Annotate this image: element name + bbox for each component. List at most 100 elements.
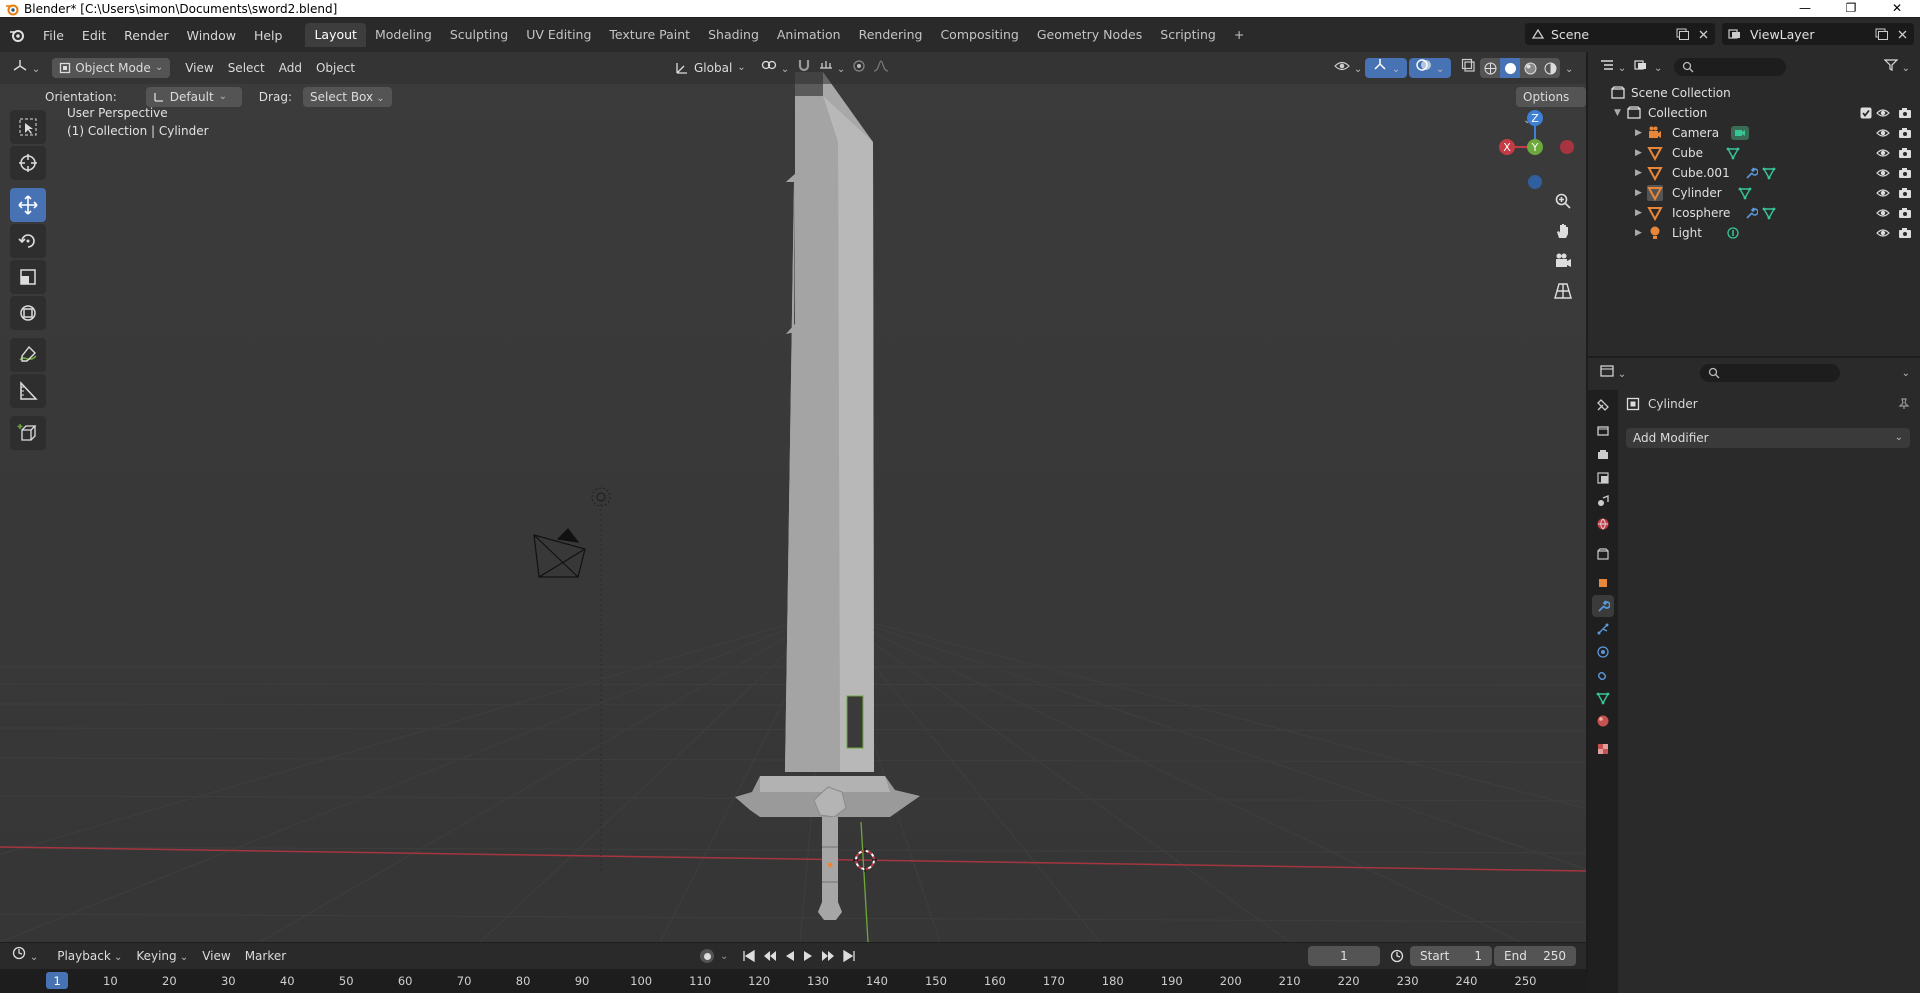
render-camera-icon[interactable]	[1898, 146, 1912, 160]
outliner-row-collection[interactable]: ▼ Collection	[1588, 103, 1920, 123]
eye-icon[interactable]	[1876, 206, 1890, 220]
collapse-caret-icon[interactable]: ▼	[1614, 108, 1621, 118]
tab-scene[interactable]	[1592, 490, 1614, 512]
tab-shading[interactable]: Shading	[699, 23, 768, 47]
restore-button[interactable]: ❐	[1828, 0, 1874, 17]
3d-viewport[interactable]: Object Mode View Select Add Object Globa…	[0, 52, 1586, 942]
gizmo-toggle[interactable]	[1365, 58, 1408, 78]
outliner-row-camera[interactable]: ▶ Camera	[1588, 123, 1920, 143]
camera-view-button[interactable]	[1550, 248, 1576, 274]
timeline-menu-view[interactable]: View	[195, 946, 237, 966]
exclude-checkbox-icon[interactable]	[1860, 107, 1872, 119]
expand-caret-icon[interactable]: ▶	[1635, 228, 1642, 238]
minimize-button[interactable]: —	[1782, 0, 1828, 17]
zoom-button[interactable]	[1550, 188, 1576, 214]
transform-orientation-selector[interactable]: Global	[668, 58, 753, 78]
outliner-editor-type[interactable]	[1596, 57, 1630, 77]
scene-selector[interactable]: Scene	[1525, 23, 1715, 45]
viewport-menu-view[interactable]: View	[178, 58, 220, 78]
cursor-tool[interactable]	[10, 146, 46, 180]
prev-keyframe-icon[interactable]	[762, 950, 778, 962]
annotate-tool[interactable]	[10, 338, 46, 372]
play-reverse-icon[interactable]	[784, 950, 796, 962]
shading-options-dropdown[interactable]	[1563, 58, 1575, 78]
tab-texture[interactable]	[1592, 738, 1614, 760]
xray-toggle[interactable]	[1454, 58, 1482, 78]
add-workspace-button[interactable]: +	[1225, 23, 1253, 47]
tab-constraints[interactable]	[1592, 664, 1614, 686]
delete-scene-icon[interactable]	[1698, 29, 1709, 40]
orientation-dropdown[interactable]: Default	[145, 87, 242, 107]
tab-output[interactable]	[1592, 444, 1614, 466]
tab-compositing[interactable]: Compositing	[931, 23, 1027, 47]
outliner-row-cylinder[interactable]: ▶ Cylinder	[1588, 183, 1920, 203]
viewport-menu-add[interactable]: Add	[272, 58, 309, 78]
add-cube-tool[interactable]	[10, 416, 46, 450]
eye-icon[interactable]	[1876, 106, 1890, 120]
modifier-wrench-icon[interactable]	[1744, 166, 1758, 180]
tab-texture-paint[interactable]: Texture Paint	[600, 23, 699, 47]
display-mode-selector[interactable]	[1630, 57, 1666, 77]
tab-modifiers[interactable]	[1592, 595, 1614, 617]
tab-tool[interactable]	[1592, 394, 1614, 416]
tab-particles[interactable]	[1592, 618, 1614, 640]
render-camera-icon[interactable]	[1898, 106, 1912, 120]
tab-physics[interactable]	[1592, 641, 1614, 663]
outliner-search-input[interactable]	[1674, 58, 1787, 76]
tab-collection[interactable]	[1592, 543, 1614, 565]
eye-icon[interactable]	[1876, 146, 1890, 160]
proportional-falloff-selector[interactable]	[866, 58, 896, 78]
menu-help[interactable]: Help	[245, 28, 292, 43]
gizmo-neg-x-axis[interactable]	[1560, 140, 1574, 154]
jump-start-icon[interactable]	[742, 950, 756, 962]
pin-icon[interactable]	[1898, 398, 1910, 410]
drag-dropdown[interactable]: Select Box	[302, 87, 392, 107]
tab-render[interactable]	[1592, 420, 1614, 442]
start-frame-field[interactable]: Start 1	[1410, 946, 1492, 966]
expand-caret-icon[interactable]: ▶	[1635, 168, 1642, 178]
timeline-menu-keying[interactable]: Keying	[129, 946, 195, 966]
shading-material-button[interactable]	[1520, 58, 1540, 78]
visibility-selector[interactable]	[1327, 58, 1369, 78]
end-frame-field[interactable]: End 250	[1494, 946, 1576, 966]
properties-options-icon[interactable]: ⌄	[1902, 368, 1910, 379]
mode-selector[interactable]: Object Mode	[52, 58, 171, 78]
delete-view-layer-icon[interactable]	[1897, 29, 1908, 40]
properties-editor-type[interactable]	[1596, 363, 1630, 383]
pan-button[interactable]	[1550, 218, 1576, 244]
overlays-toggle[interactable]	[1409, 58, 1452, 78]
tab-object[interactable]	[1592, 572, 1614, 594]
eye-icon[interactable]	[1876, 126, 1890, 140]
mesh-data-icon[interactable]	[1762, 206, 1776, 220]
close-button[interactable]: ✕	[1874, 0, 1920, 17]
add-modifier-dropdown[interactable]: Add Modifier	[1626, 428, 1910, 448]
tab-view-layer[interactable]	[1592, 467, 1614, 489]
new-view-layer-icon[interactable]	[1875, 28, 1888, 40]
modifier-wrench-icon[interactable]	[1744, 206, 1758, 220]
menu-render[interactable]: Render	[115, 28, 178, 43]
menu-file[interactable]: File	[34, 28, 73, 43]
shading-solid-button[interactable]	[1500, 58, 1520, 78]
outliner-row-icosphere[interactable]: ▶ Icosphere	[1588, 203, 1920, 223]
light-data-icon[interactable]	[1726, 226, 1740, 240]
timeline-menu-marker[interactable]: Marker	[238, 946, 293, 966]
expand-caret-icon[interactable]: ▶	[1635, 128, 1642, 138]
rotate-tool[interactable]	[10, 224, 46, 258]
measure-tool[interactable]	[10, 374, 46, 408]
tab-material[interactable]	[1592, 710, 1614, 732]
eye-icon[interactable]	[1876, 226, 1890, 240]
next-keyframe-icon[interactable]	[820, 950, 836, 962]
tab-modeling[interactable]: Modeling	[366, 23, 441, 47]
scale-tool[interactable]	[10, 260, 46, 294]
tab-rendering[interactable]: Rendering	[850, 23, 932, 47]
outliner-row-cube[interactable]: ▶ Cube	[1588, 143, 1920, 163]
jump-end-icon[interactable]	[842, 950, 856, 962]
render-camera-icon[interactable]	[1898, 166, 1912, 180]
render-camera-icon[interactable]	[1898, 126, 1912, 140]
render-camera-icon[interactable]	[1898, 226, 1912, 240]
tab-scripting[interactable]: Scripting	[1151, 23, 1225, 47]
auto-keying-button[interactable]	[700, 949, 714, 963]
transform-tool[interactable]	[10, 296, 46, 330]
play-icon[interactable]	[802, 950, 814, 962]
render-camera-icon[interactable]	[1898, 206, 1912, 220]
